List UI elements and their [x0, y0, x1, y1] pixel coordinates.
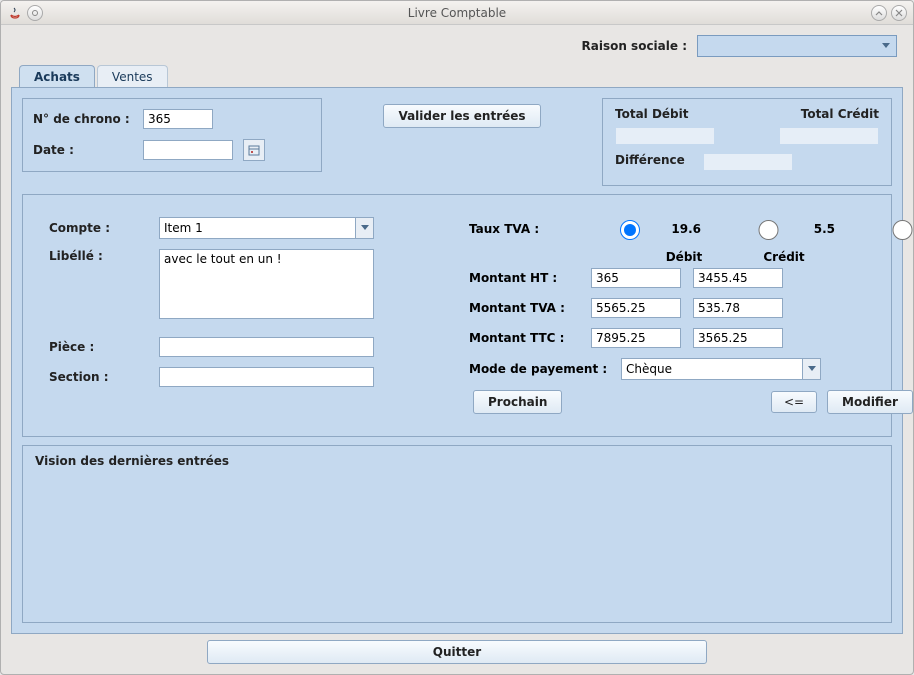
tva-credit-input[interactable] — [693, 298, 783, 318]
prev-button[interactable]: <= — [771, 391, 817, 413]
chrono-panel: N° de chrono : Date : — [22, 98, 322, 172]
libelle-textarea[interactable]: avec le tout en un ! — [159, 249, 374, 319]
difference-label: Différence — [615, 153, 685, 171]
prochain-button[interactable]: Prochain — [473, 390, 562, 414]
raison-sociale-select[interactable] — [697, 35, 897, 57]
compte-label: Compte : — [49, 221, 149, 235]
montant-ht-label: Montant HT : — [469, 271, 579, 285]
total-debit-label: Total Débit — [615, 107, 689, 121]
taux-radio-196[interactable] — [596, 220, 664, 240]
taux-option-21[interactable]: 2.1 — [859, 217, 914, 240]
java-icon — [7, 5, 23, 21]
totals-panel: Total Débit Total Crédit Différence — [602, 98, 892, 186]
tabstrip: Achats Ventes — [11, 65, 903, 88]
footer: Quitter — [11, 634, 903, 664]
valider-button[interactable]: Valider les entrées — [383, 104, 540, 128]
vision-panel: Vision des dernières entrées — [22, 445, 892, 623]
calendar-icon — [248, 144, 260, 156]
vision-label: Vision des dernières entrées — [35, 454, 879, 468]
date-input[interactable] — [143, 140, 233, 160]
close-icon[interactable] — [891, 5, 907, 21]
taux-option-55[interactable]: 5.5 — [725, 217, 835, 240]
mode-payement-select[interactable]: Chèque — [621, 358, 821, 380]
ttc-credit-input[interactable] — [693, 328, 783, 348]
mode-payement-value: Chèque — [626, 362, 672, 376]
minimize-icon[interactable] — [871, 5, 887, 21]
tva-debit-input[interactable] — [591, 298, 681, 318]
entry-left: Compte : Item 1 Libéllé : avec le tout e… — [33, 205, 433, 426]
client-area: Raison sociale : Achats Ventes N° de chr… — [1, 25, 913, 674]
difference-value — [703, 153, 793, 171]
chevron-down-icon — [878, 38, 894, 54]
montant-tva-label: Montant TVA : — [469, 301, 579, 315]
header-row: Raison sociale : — [11, 31, 903, 65]
chevron-down-icon — [355, 218, 373, 238]
taux-radio-21[interactable] — [864, 220, 914, 240]
piece-input[interactable] — [159, 337, 374, 357]
modifier-button[interactable]: Modifier — [827, 390, 913, 414]
ttc-debit-input[interactable] — [591, 328, 681, 348]
valider-container: Valider les entrées — [332, 98, 592, 128]
total-credit-value — [779, 127, 879, 145]
raison-sociale-label: Raison sociale : — [582, 39, 688, 53]
tab-panel-achats: N° de chrono : Date : Valider les entrée… — [11, 87, 903, 634]
tab-ventes[interactable]: Ventes — [97, 65, 168, 88]
section-label: Section : — [49, 370, 149, 384]
entry-right: Taux TVA : 19.6 5.5 2.1 Débit Crédit Mon… — [453, 205, 914, 426]
piece-label: Pièce : — [49, 340, 149, 354]
compte-value: Item 1 — [164, 221, 203, 235]
date-label: Date : — [33, 143, 133, 157]
window-title: Livre Comptable — [43, 6, 871, 20]
quitter-button[interactable]: Quitter — [207, 640, 707, 664]
taux-option-196[interactable]: 19.6 — [591, 217, 701, 240]
tab-achats[interactable]: Achats — [19, 65, 95, 88]
taux-tva-label: Taux TVA : — [469, 222, 579, 236]
chrono-input[interactable] — [143, 109, 213, 129]
chrono-label: N° de chrono : — [33, 112, 133, 126]
mode-payement-label: Mode de payement : — [469, 362, 609, 376]
montant-ttc-label: Montant TTC : — [469, 331, 579, 345]
compte-select[interactable]: Item 1 — [159, 217, 374, 239]
entry-panel: Compte : Item 1 Libéllé : avec le tout e… — [22, 194, 892, 437]
total-debit-value — [615, 127, 715, 145]
libelle-label: Libéllé : — [49, 249, 149, 263]
chevron-down-icon — [802, 359, 820, 379]
calendar-button[interactable] — [243, 139, 265, 161]
taux-radio-55[interactable] — [730, 220, 807, 240]
ht-debit-input[interactable] — [591, 268, 681, 288]
ht-credit-input[interactable] — [693, 268, 783, 288]
total-credit-label: Total Crédit — [801, 107, 879, 121]
titlebar: Livre Comptable — [1, 1, 913, 25]
window-menu-icon[interactable] — [27, 5, 43, 21]
col-credit-header: Crédit — [739, 250, 829, 264]
app-window: Livre Comptable Raison sociale : Achats … — [0, 0, 914, 675]
col-debit-header: Débit — [639, 250, 729, 264]
section-input[interactable] — [159, 367, 374, 387]
